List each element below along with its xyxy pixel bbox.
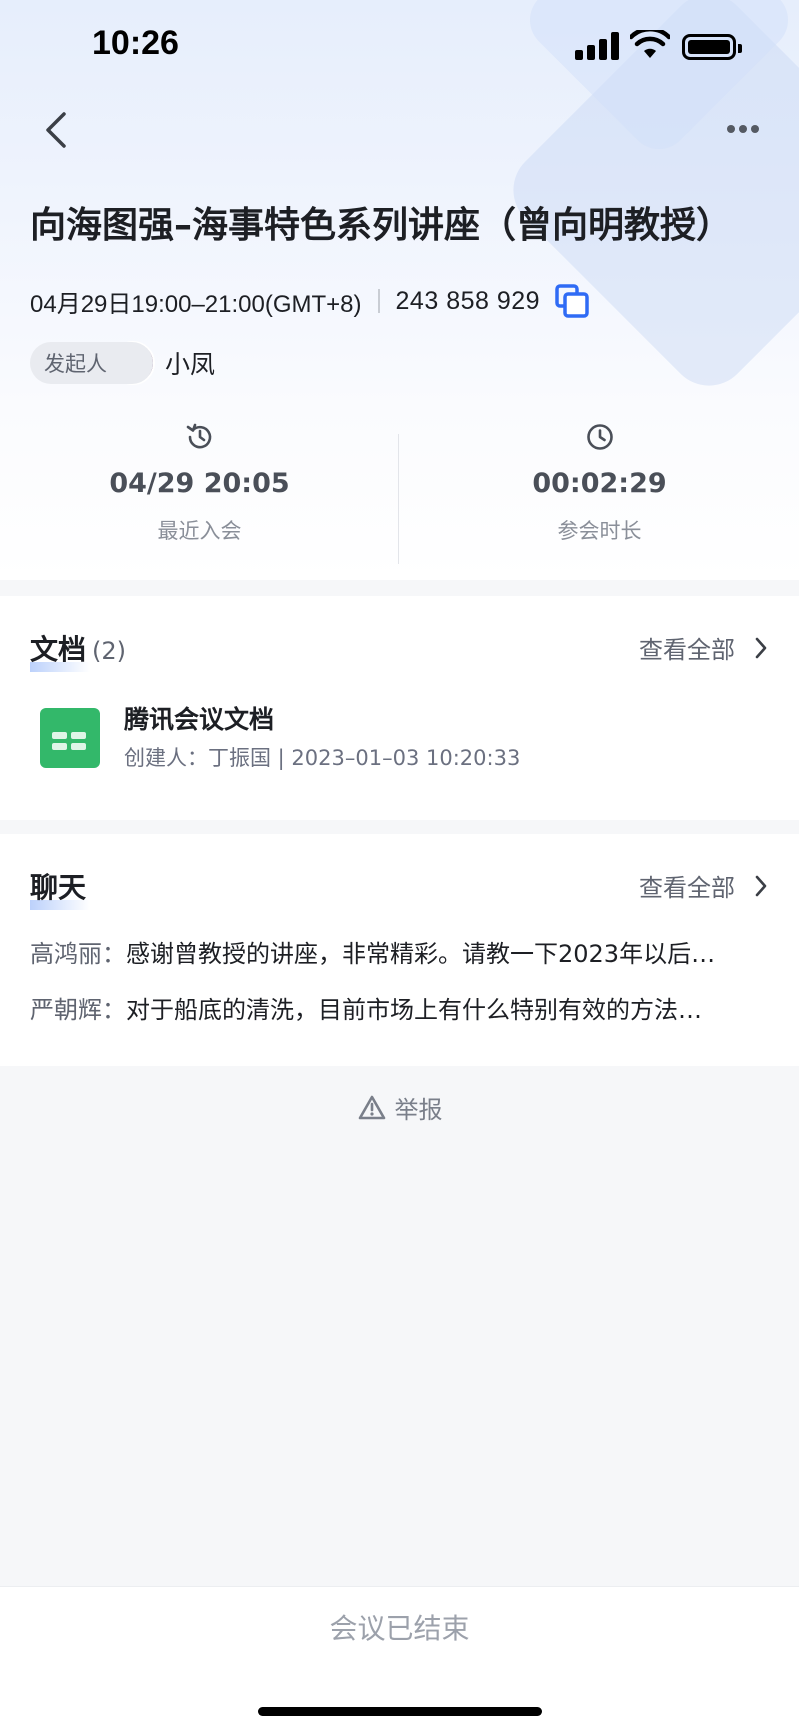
chat-header: 聊天 查看全部 (30, 866, 769, 910)
report-label: 举报 (394, 1096, 443, 1124)
copy-icon[interactable] (554, 283, 590, 319)
documents-view-all-button[interactable]: 查看全部 (639, 630, 769, 665)
chat-sender: 严朝辉： (30, 996, 126, 1024)
status-bar: 10:26 (0, 0, 799, 96)
documents-header: 文档 (2) 查看全部 (30, 628, 769, 672)
more-options-button[interactable] (720, 114, 766, 144)
document-item[interactable]: 腾讯会议文档 创建人：丁振国 | 2023–01–03 10:20:33 (30, 696, 770, 776)
chat-view-all-button[interactable]: 查看全部 (639, 868, 769, 903)
document-name: 腾讯会议文档 (124, 705, 275, 734)
wifi-icon (630, 30, 670, 58)
chat-text: 对于船底的清洗，目前市场上有什么特别有效的方法… (126, 996, 702, 1024)
battery-icon (682, 34, 742, 60)
chevron-right-icon (755, 637, 767, 658)
last-join-value: 04/29 20:05 (109, 468, 290, 499)
chat-sender: 高鸿丽： (30, 940, 126, 968)
documents-card: 文档 (2) 查看全部 腾讯会议文档 创建人：丁振国 | 2023–01–03 1… (0, 596, 799, 820)
spreadsheet-icon (40, 708, 100, 768)
duration-label: 参会时长 (557, 519, 642, 543)
document-meta: 创建人：丁振国 | 2023–01–03 10:20:33 (124, 746, 521, 770)
divider (398, 434, 399, 564)
report-button[interactable]: 举报 (0, 1090, 799, 1125)
host-badge: 发起人 (30, 342, 153, 384)
home-indicator (258, 1707, 542, 1716)
last-join-label: 最近入会 (157, 519, 242, 543)
chat-message[interactable]: 高鸿丽：感谢曾教授的讲座，非常精彩。请教一下2023年以后… (30, 934, 770, 969)
duration-value: 00:02:29 (532, 468, 667, 499)
divider (377, 289, 380, 313)
meeting-time: 04月29日19:00–21:00(GMT+8) (30, 290, 362, 318)
warning-icon (358, 1095, 385, 1119)
meeting-id: 243 858 929 (395, 286, 541, 315)
chat-text: 感谢曾教授的讲座，非常精彩。请教一下2023年以后… (126, 940, 716, 968)
host-name: 小凤 (165, 350, 216, 379)
meeting-title: 向海图强–海事特色系列讲座（曾向明教授） (30, 205, 733, 246)
chevron-right-icon (755, 875, 767, 896)
clock-icon (586, 424, 613, 450)
chat-title: 聊天 (30, 866, 90, 910)
meeting-stats: 04/29 20:05 最近入会 00:02:29 参会时长 (0, 410, 799, 580)
documents-title: 文档 (2) (30, 628, 127, 672)
cellular-signal-icon (575, 32, 619, 60)
stat-last-join: 04/29 20:05 最近入会 (0, 410, 399, 545)
history-icon (186, 423, 211, 449)
meeting-meta: 04月29日19:00–21:00(GMT+8) 243 858 929 (30, 283, 590, 319)
chat-message[interactable]: 严朝辉：对于船底的清洗，目前市场上有什么特别有效的方法… (30, 990, 770, 1025)
host-row: 发起人 小凤 (30, 340, 215, 386)
documents-count: (2) (92, 637, 127, 665)
meeting-ended-status: 会议已结束 (329, 1612, 470, 1645)
status-time: 10:26 (92, 24, 179, 62)
back-button[interactable] (38, 108, 74, 152)
footer-bar: 会议已结束 (0, 1586, 799, 1729)
stat-duration: 00:02:29 参会时长 (400, 410, 799, 545)
chat-card: 聊天 查看全部 高鸿丽：感谢曾教授的讲座，非常精彩。请教一下2023年以后… 严… (0, 834, 799, 1066)
